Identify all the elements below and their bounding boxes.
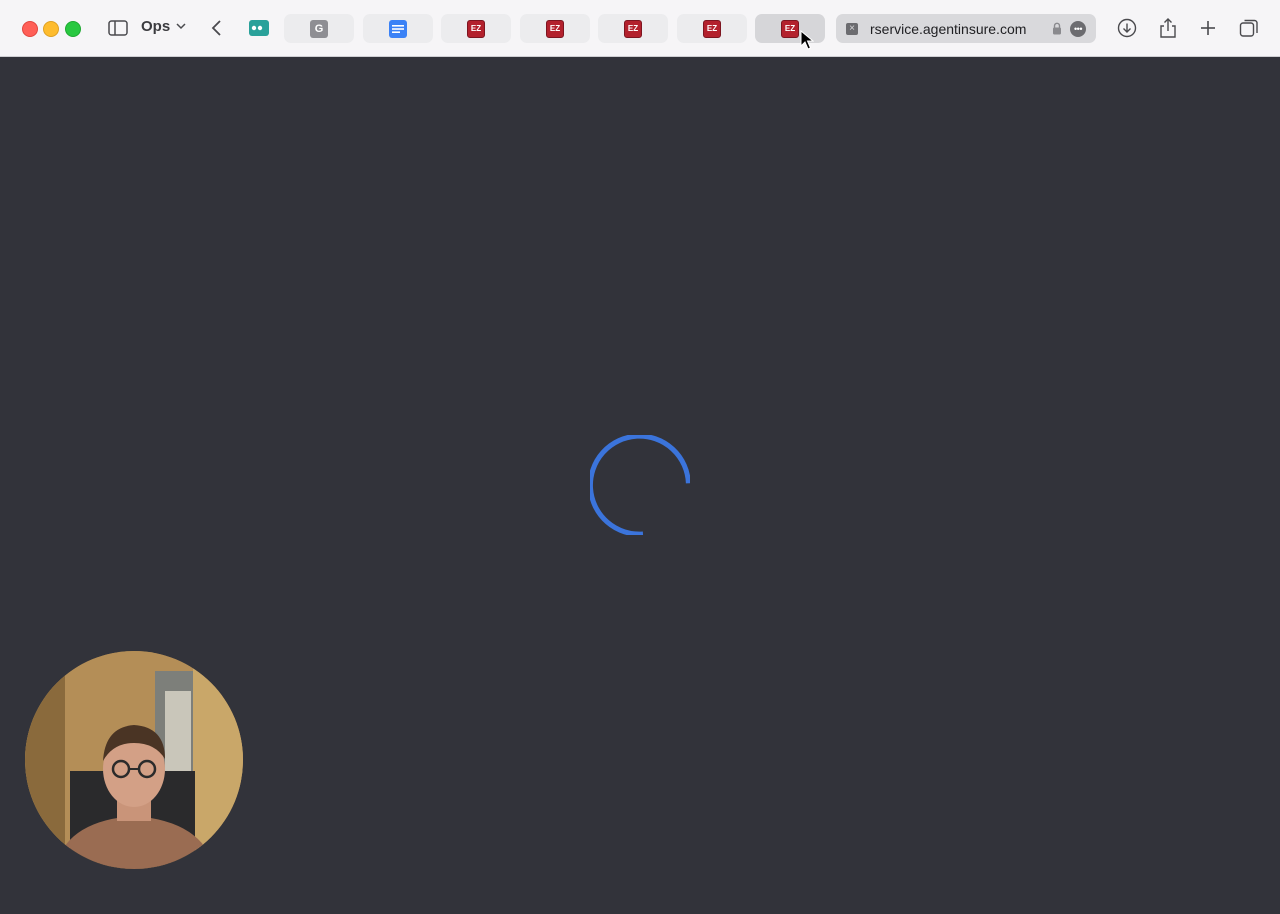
new-tab-button[interactable]	[1196, 16, 1220, 40]
plus-icon	[1201, 21, 1215, 35]
docs-icon	[389, 19, 407, 38]
tab-ez-1[interactable]: EZ	[441, 14, 511, 43]
tab-ez-5[interactable]: EZ	[755, 14, 825, 43]
minimize-window-button[interactable]	[43, 21, 59, 37]
webcam-overlay	[25, 651, 243, 869]
ez-icon: EZ	[467, 19, 485, 38]
tab-g[interactable]: G	[284, 14, 354, 43]
zoom-window-button[interactable]	[65, 21, 81, 37]
tab-overview-button[interactable]	[1237, 16, 1261, 40]
more-options-icon[interactable]: •••	[1070, 20, 1086, 37]
tab-group-selector[interactable]: Ops	[141, 18, 186, 35]
share-button[interactable]	[1156, 16, 1180, 40]
tab-bot[interactable]	[247, 16, 271, 40]
g-icon: G	[310, 19, 328, 38]
share-icon	[1160, 18, 1176, 38]
chevron-down-icon	[176, 23, 186, 30]
close-window-button[interactable]	[22, 21, 38, 37]
lock-icon	[1053, 22, 1061, 35]
bot-icon	[249, 20, 269, 36]
sidebar-icon	[108, 20, 128, 36]
tab-docs[interactable]	[363, 14, 433, 43]
ez-icon: EZ	[703, 19, 721, 38]
tab-ez-3[interactable]: EZ	[598, 14, 668, 43]
close-tab-icon[interactable]: ×	[846, 22, 858, 35]
address-bar[interactable]: × rservice.agentinsure.com •••	[836, 14, 1096, 43]
url-text: rservice.agentinsure.com	[870, 20, 1027, 37]
back-button[interactable]	[204, 16, 228, 40]
download-icon	[1117, 18, 1137, 38]
ez-icon: EZ	[546, 19, 564, 38]
loading-spinner-icon	[590, 435, 690, 535]
tab-ez-2[interactable]: EZ	[520, 14, 590, 43]
browser-toolbar: Ops G EZ EZ EZ EZ EZ × rservice.agentins…	[0, 0, 1280, 57]
mouse-pointer-icon	[800, 30, 814, 50]
tab-ez-4[interactable]: EZ	[677, 14, 747, 43]
chevron-left-icon	[211, 20, 221, 36]
tab-overview-icon	[1239, 19, 1258, 37]
ez-icon: EZ	[781, 19, 799, 38]
ez-icon: EZ	[624, 19, 642, 38]
downloads-button[interactable]	[1115, 16, 1139, 40]
presenter-video	[25, 651, 243, 869]
sidebar-toggle-button[interactable]	[106, 16, 130, 40]
tab-group-label: Ops	[141, 18, 171, 35]
